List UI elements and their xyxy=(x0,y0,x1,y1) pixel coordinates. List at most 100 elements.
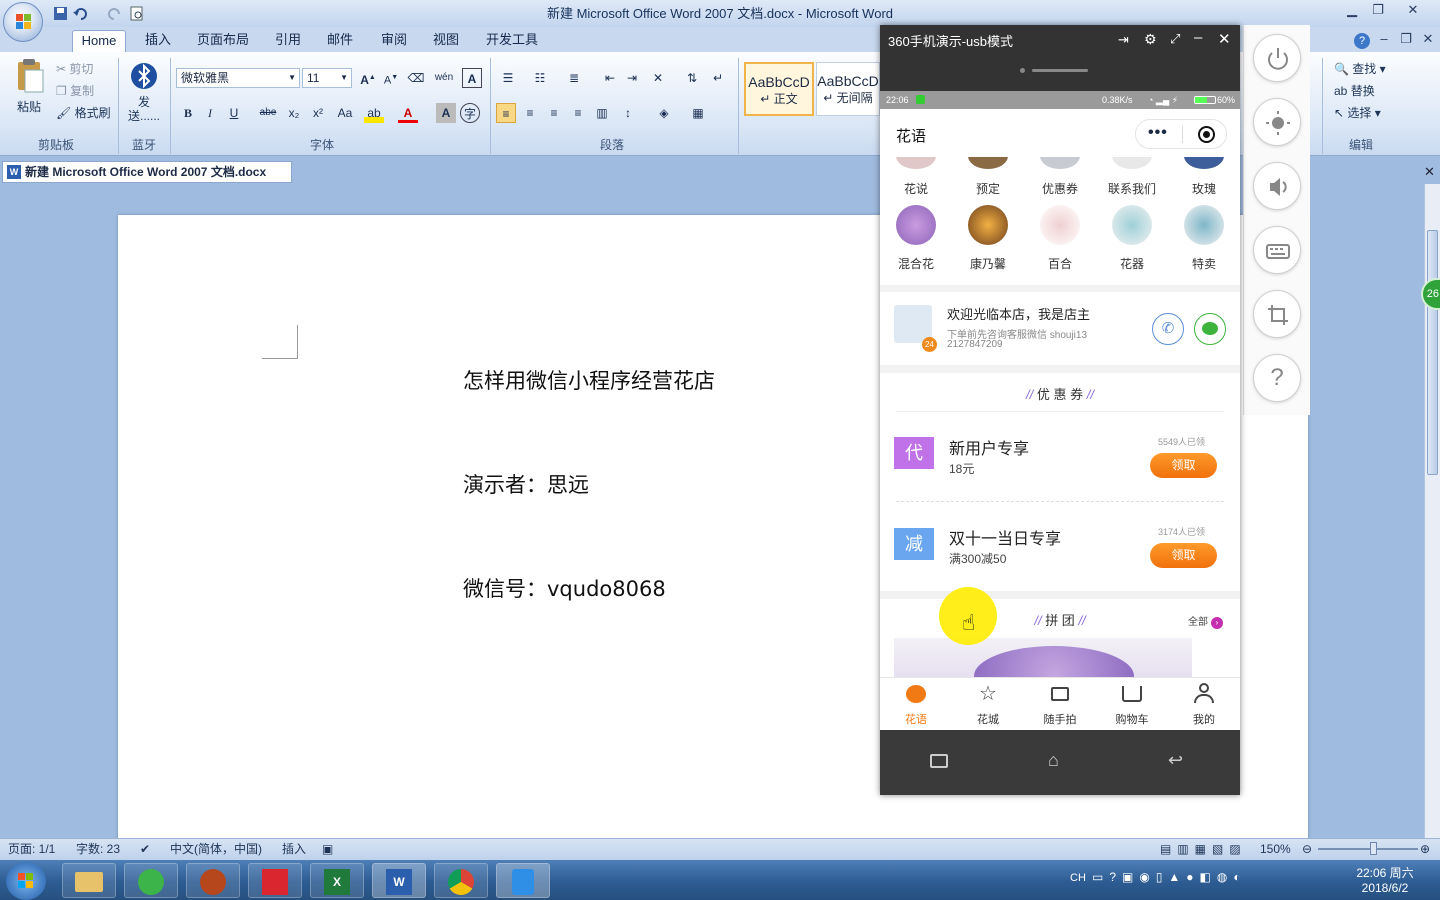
shrink-font-button[interactable]: A▼ xyxy=(381,68,401,88)
view-buttons[interactable]: ▤▥▦▧▨ xyxy=(1160,839,1247,859)
tab-review[interactable]: 审阅 xyxy=(376,30,412,52)
call-icon[interactable]: ✆ xyxy=(1152,313,1184,345)
select-button[interactable]: ↖ 选择 ▾ xyxy=(1334,104,1381,121)
phone-minimize-icon[interactable]: – xyxy=(1194,29,1202,46)
print-preview-icon[interactable] xyxy=(128,5,145,22)
taskbar-recorder-icon[interactable] xyxy=(248,863,302,898)
brightness-button[interactable] xyxy=(1253,98,1301,146)
cat-mixed-img[interactable] xyxy=(896,205,936,245)
zoom-slider-thumb[interactable] xyxy=(1370,842,1377,855)
nav-suishoupai[interactable]: 随手拍 xyxy=(1024,677,1096,730)
shading-button[interactable]: ◈ xyxy=(654,103,674,123)
line-spacing-button[interactable]: ↕ xyxy=(618,103,638,123)
home-icon[interactable]: ⌂ xyxy=(1048,750,1059,771)
taskbar-word-icon[interactable]: W xyxy=(372,863,426,898)
nav-mine[interactable]: 我的 xyxy=(1168,677,1240,730)
office-button[interactable] xyxy=(3,2,43,42)
underline-button[interactable]: U xyxy=(224,103,244,123)
subscript-button[interactable]: x₂ xyxy=(284,103,304,123)
ribbon-close-button[interactable]: ✕ xyxy=(1418,30,1438,47)
style-no-spacing[interactable]: AaBbCcD ↵ 无间隔 xyxy=(816,62,880,116)
taskbar-360-browser-icon[interactable] xyxy=(124,863,178,898)
close-button[interactable]: ✕ xyxy=(1398,1,1428,18)
chinese-layout-button[interactable]: ✕ xyxy=(648,68,668,88)
tab-insert[interactable]: 插入 xyxy=(140,30,176,52)
undo-icon[interactable] xyxy=(72,5,89,22)
character-border-button[interactable]: A xyxy=(462,68,482,88)
cat-label[interactable]: 混合花 xyxy=(880,255,952,272)
enclose-characters-button[interactable]: 字 xyxy=(460,103,480,123)
increase-indent-button[interactable]: ⇥ xyxy=(622,68,642,88)
nav-huayu[interactable]: 花语 xyxy=(880,677,952,730)
claim-coupon-button[interactable]: 领取 xyxy=(1150,543,1217,568)
document-tab[interactable]: W 新建 Microsoft Office Word 2007 文档.docx xyxy=(2,161,292,183)
status-words[interactable]: 字数: 23 xyxy=(76,839,120,859)
status-language[interactable]: 中文(简体，中国) xyxy=(170,839,262,859)
maximize-button[interactable]: ❐ xyxy=(1364,1,1392,18)
group-all-link[interactable]: 全部 › xyxy=(1188,613,1223,629)
phone-settings-icon[interactable]: ⚙ xyxy=(1144,31,1157,48)
nav-cart[interactable]: 购物车 xyxy=(1096,677,1168,730)
redo-icon[interactable] xyxy=(106,5,123,22)
start-button[interactable] xyxy=(6,862,46,900)
find-button[interactable]: 🔍 查找 ▾ xyxy=(1334,60,1386,77)
taskbar-explorer-icon[interactable] xyxy=(62,863,116,898)
phonetic-guide-button[interactable]: wén xyxy=(434,68,454,88)
tab-home[interactable]: Home xyxy=(72,30,126,52)
zoom-slider[interactable] xyxy=(1318,848,1418,850)
bluetooth-send-button[interactable]: 发送...... xyxy=(128,60,160,130)
save-icon[interactable] xyxy=(52,5,69,22)
keyboard-button[interactable] xyxy=(1253,226,1301,274)
tab-references[interactable]: 引用 xyxy=(270,30,306,52)
taskbar-game-icon[interactable] xyxy=(186,863,240,898)
distributed-button[interactable]: ▥ xyxy=(592,103,612,123)
cat-carnation-img[interactable] xyxy=(968,205,1008,245)
copy-button[interactable]: ❐ 复制 xyxy=(56,82,94,99)
paste-button[interactable]: 粘贴 xyxy=(10,58,48,136)
taskbar-360-phone-icon[interactable] xyxy=(496,863,550,898)
cat-label[interactable]: 优惠券 xyxy=(1024,180,1096,197)
justify-button[interactable]: ≡ xyxy=(568,103,588,123)
help-question-button[interactable]: ? xyxy=(1253,354,1301,402)
bold-button[interactable]: B xyxy=(178,103,198,123)
back-icon[interactable]: ↩ xyxy=(1168,750,1183,771)
cat-label[interactable]: 玫瑰 xyxy=(1168,180,1240,197)
group-banner-image[interactable] xyxy=(894,638,1192,678)
more-menu-icon[interactable]: ••• xyxy=(1148,124,1168,142)
character-shading-button[interactable]: A xyxy=(436,103,456,123)
minimize-button[interactable]: ▁ xyxy=(1338,1,1366,18)
phone-close-icon[interactable]: ✕ xyxy=(1218,30,1231,48)
recent-apps-icon[interactable] xyxy=(930,754,948,768)
claim-coupon-button[interactable]: 领取 xyxy=(1150,453,1217,478)
status-page[interactable]: 页面: 1/1 xyxy=(8,839,55,859)
power-button[interactable] xyxy=(1253,34,1301,82)
superscript-button[interactable]: x² xyxy=(308,103,328,123)
cut-button[interactable]: ✂ 剪切 xyxy=(56,60,93,77)
clock-time[interactable]: 22:06 周六 xyxy=(1350,864,1420,881)
show-marks-button[interactable]: ↵ xyxy=(708,68,728,88)
cat-vase-img[interactable] xyxy=(1112,205,1152,245)
tab-view[interactable]: 视图 xyxy=(428,30,464,52)
cat-label[interactable]: 花器 xyxy=(1096,255,1168,272)
font-color-button[interactable]: A xyxy=(398,103,418,123)
change-case-button[interactable]: Aa xyxy=(332,103,358,123)
font-size-combo[interactable]: 11 ▼ xyxy=(302,68,352,88)
numbering-button[interactable]: ☷ xyxy=(530,68,550,88)
strikethrough-button[interactable]: abe xyxy=(258,103,278,123)
sort-button[interactable]: ⇅ xyxy=(682,68,702,88)
grow-font-button[interactable]: A▲ xyxy=(358,68,378,88)
cat-label[interactable]: 联系我们 xyxy=(1096,180,1168,197)
cat-label[interactable]: 花说 xyxy=(880,180,952,197)
help-icon[interactable]: ? xyxy=(1354,33,1370,49)
cat-label[interactable]: 特卖 xyxy=(1168,255,1240,272)
tab-page-layout[interactable]: 页面布局 xyxy=(192,30,254,52)
cat-sale-img[interactable] xyxy=(1184,205,1224,245)
zoom-out-icon[interactable]: ⊖ xyxy=(1302,839,1312,859)
tray-icons[interactable]: ▭?▣◉▯▲●◧◍◐ xyxy=(1092,870,1247,884)
clear-format-button[interactable]: ⌫ xyxy=(406,68,426,88)
taskbar-chrome-icon[interactable] xyxy=(434,863,488,898)
tab-mailings[interactable]: 邮件 xyxy=(322,30,358,52)
font-name-combo[interactable]: 微软雅黑 ▼ xyxy=(176,68,300,88)
tab-developer[interactable]: 开发工具 xyxy=(482,30,542,52)
proofing-icon[interactable]: ✔ xyxy=(140,839,150,859)
